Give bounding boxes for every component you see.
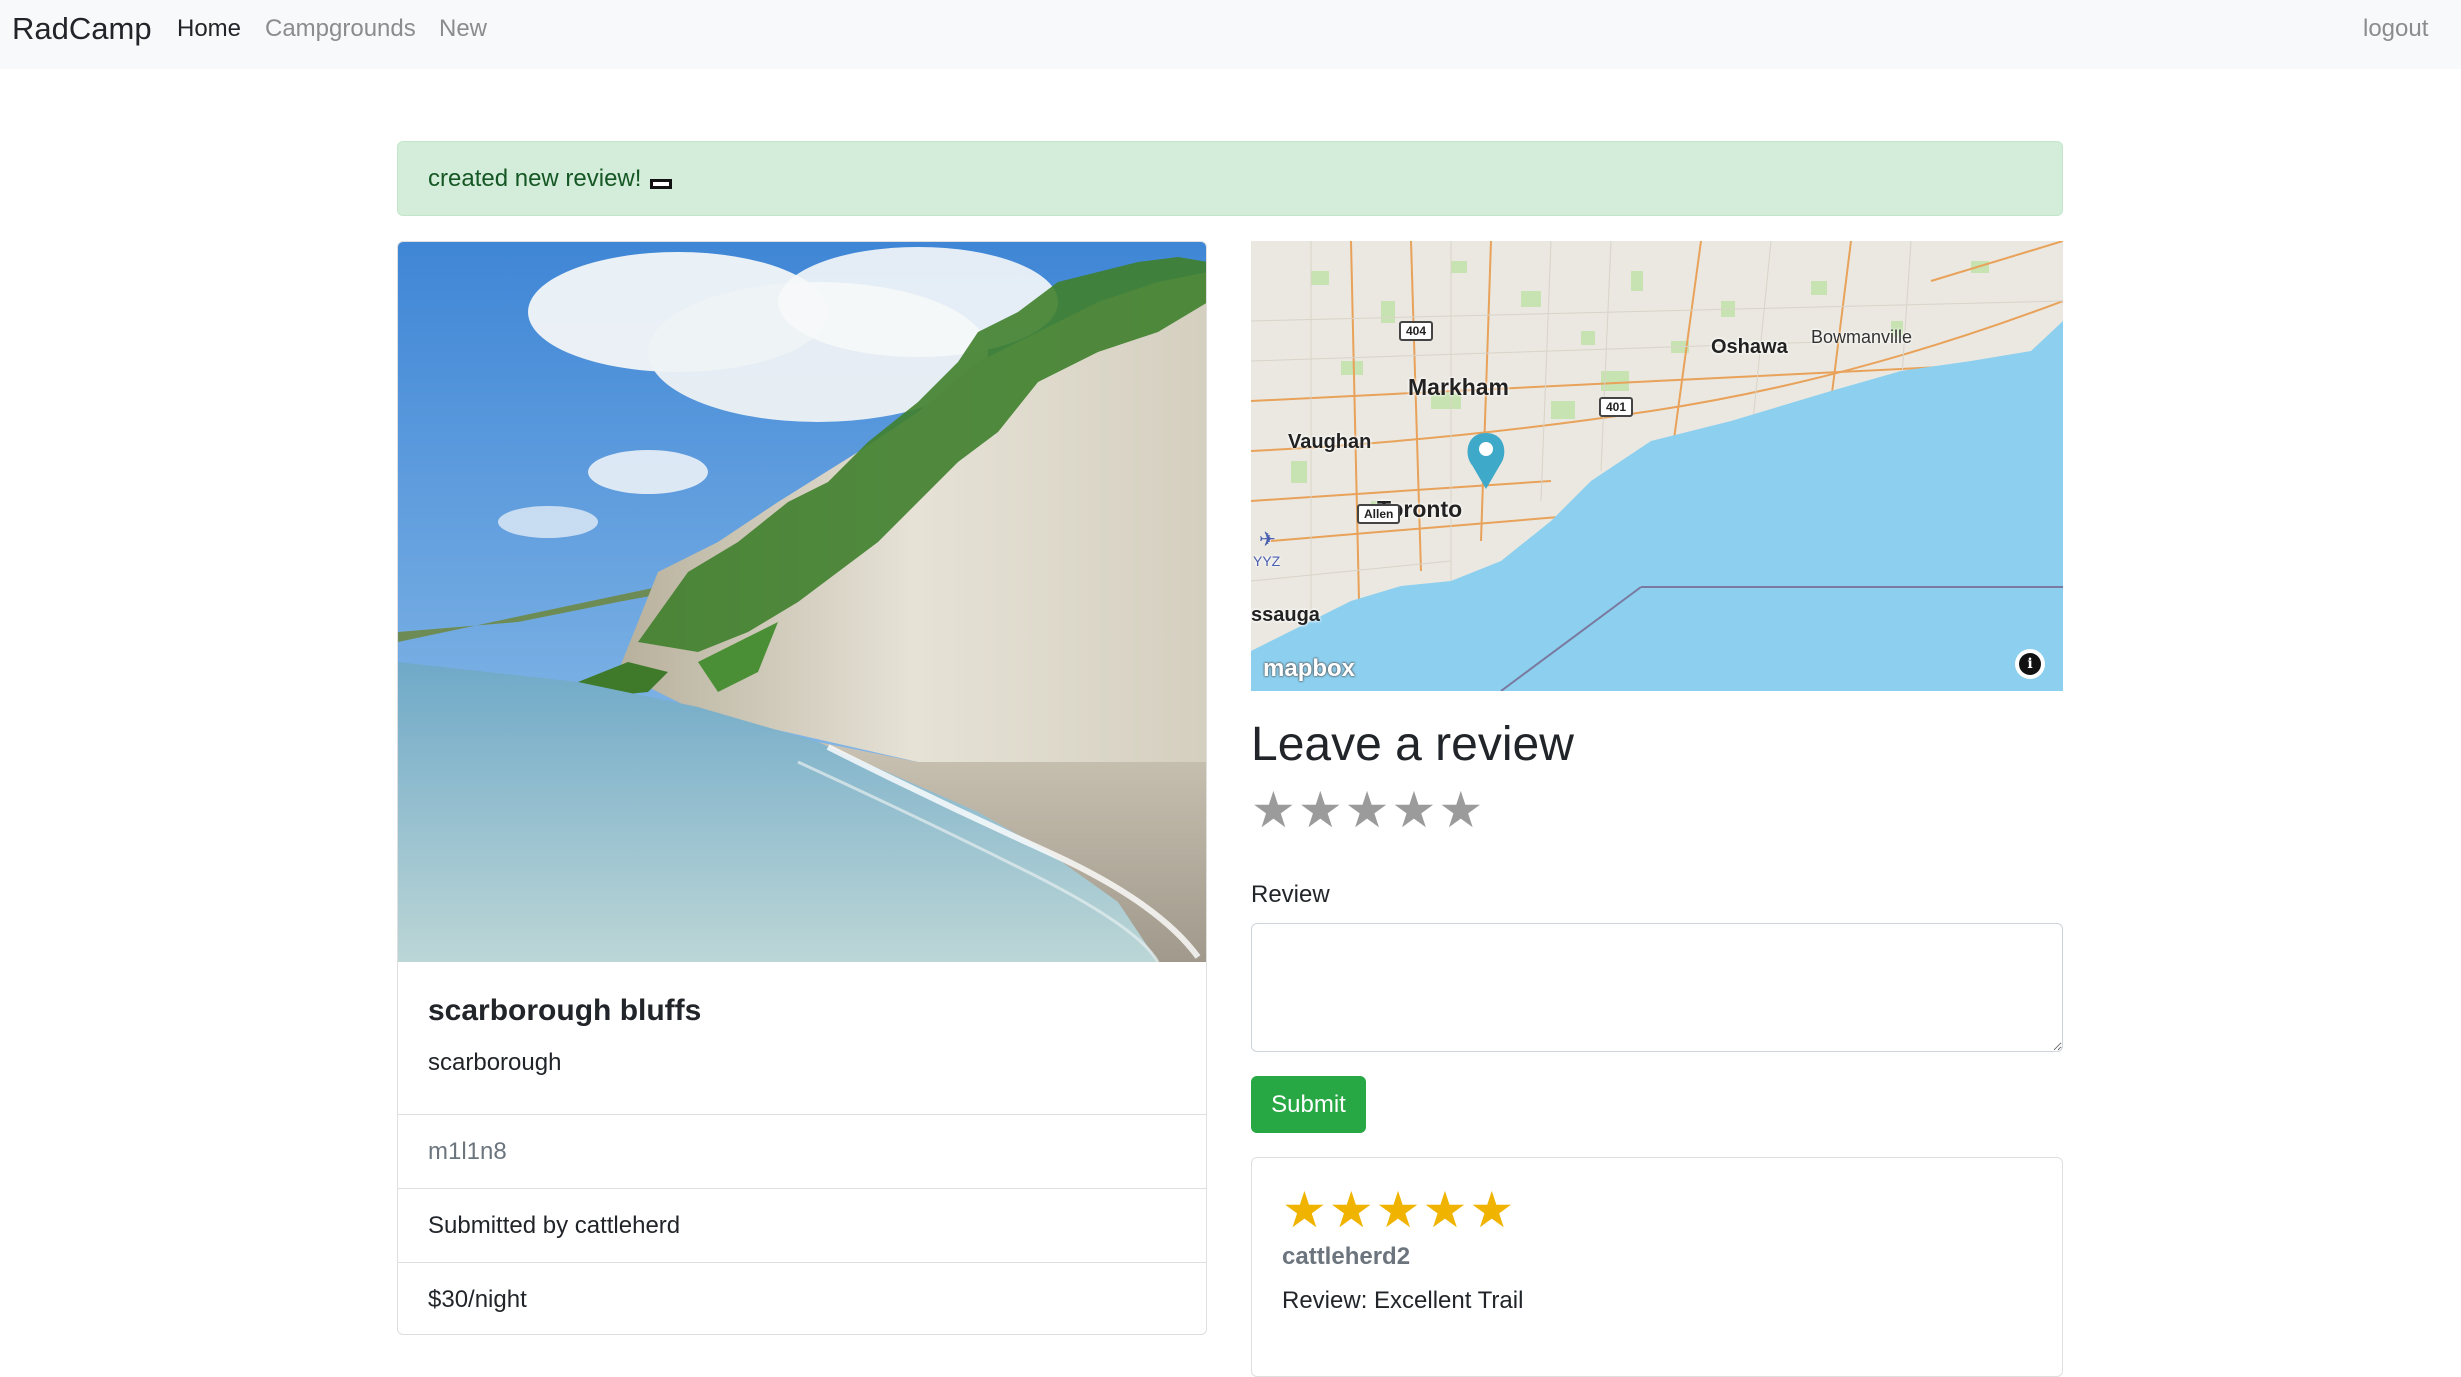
star-filled-icon: ★ [1422,1182,1468,1238]
highway-401-shield: 401 [1599,397,1634,417]
review-card: ★ ★ ★ ★ ★ cattleherd2 Review: Excellent … [1251,1157,2063,1377]
star-filled-icon: ★ [1328,1182,1374,1238]
star-icon[interactable]: ★ [1251,784,1296,836]
brand-logo[interactable]: RadCamp [12,10,152,48]
campground-card-body: scarborough bluffs scarborough [398,962,1206,1115]
nav-home[interactable]: Home [177,14,241,44]
review-textarea[interactable] [1251,923,2063,1052]
alert-message: created new review! [428,164,642,192]
star-icon[interactable]: ★ [1438,784,1483,836]
campground-image [398,242,1206,962]
map-label-markham: Markham [1408,374,1509,400]
review-text: Review: Excellent Trail [1282,1287,1524,1314]
map-label-mississauga: ssauga [1251,604,1320,626]
info-icon: i [2019,653,2041,675]
star-icon[interactable]: ★ [1391,784,1436,836]
map-label-vaughan: Vaughan [1288,431,1372,453]
svg-text:✈: ✈ [1259,527,1276,551]
star-icon[interactable]: ★ [1345,784,1390,836]
logout-link[interactable]: logout [2363,14,2428,44]
leave-review-heading: Leave a review [1251,718,1574,771]
mapbox-logo[interactable]: mapbox [1263,655,1355,683]
star-icon[interactable]: ★ [1298,784,1343,836]
map-info-button[interactable]: i [2015,649,2045,679]
map-label-yyz: YYZ [1253,553,1281,569]
star-filled-icon: ★ [1375,1182,1421,1238]
alert-close-button[interactable] [650,178,673,189]
campground-price: $30/night [398,1263,1206,1334]
navbar: RadCamp Home Campgrounds New logout [0,0,2461,69]
star-filled-icon: ★ [1282,1182,1327,1238]
campground-description: m1l1n8 [398,1115,1206,1189]
campground-title: scarborough bluffs [428,994,702,1027]
review-label: Review [1251,881,1330,908]
map-label-oshawa: Oshawa [1711,336,1788,358]
map-label-bowmanville: Bowmanville [1811,327,1913,347]
campground-location: scarborough [428,1049,562,1076]
star-filled-icon: ★ [1469,1182,1515,1238]
review-rating: ★ ★ ★ ★ ★ [1282,1184,2032,1236]
campground-map[interactable]: ✈ Markham Vaughan Toronto ssauga Oshawa … [1251,241,2063,691]
review-author: cattleherd2 [1282,1243,1411,1270]
campground-card: scarborough bluffs scarborough m1l1n8 Su… [397,241,1207,1335]
success-alert: created new review! [397,141,2063,216]
submit-button[interactable]: Submit [1251,1076,1366,1133]
highway-allen-shield: Allen [1357,504,1401,524]
nav-new[interactable]: New [439,14,487,44]
campground-submitted-by: Submitted by cattleherd [398,1189,1206,1263]
nav-campgrounds[interactable]: Campgrounds [265,14,416,44]
star-rating-input[interactable]: ★ ★ ★ ★ ★ [1251,784,1483,836]
highway-404-shield: 404 [1399,321,1434,341]
